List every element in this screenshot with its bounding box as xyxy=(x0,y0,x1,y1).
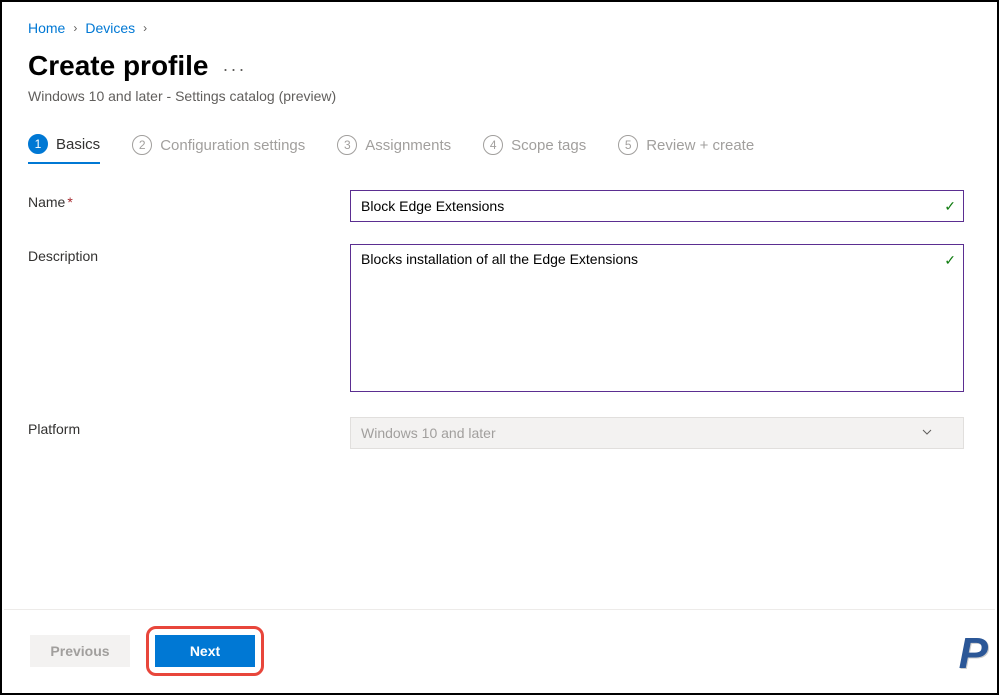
platform-value: Windows 10 and later xyxy=(361,425,496,441)
platform-label: Platform xyxy=(28,417,350,437)
breadcrumb: Home › Devices › xyxy=(28,20,971,36)
step-review-create[interactable]: 5 Review + create xyxy=(618,134,754,164)
step-configuration-settings[interactable]: 2 Configuration settings xyxy=(132,134,305,164)
breadcrumb-home[interactable]: Home xyxy=(28,20,65,36)
chevron-down-icon xyxy=(921,425,933,441)
required-indicator: * xyxy=(67,194,72,210)
page-subtitle: Windows 10 and later - Settings catalog … xyxy=(28,88,971,104)
chevron-right-icon: › xyxy=(71,21,79,35)
step-assignments[interactable]: 3 Assignments xyxy=(337,134,451,164)
page-title: Create profile xyxy=(28,50,209,82)
step-label: Configuration settings xyxy=(160,137,305,154)
name-label: Name* xyxy=(28,190,350,210)
step-number: 1 xyxy=(28,134,48,154)
checkmark-icon: ✓ xyxy=(944,198,956,215)
watermark-logo: P xyxy=(959,629,985,679)
step-number: 3 xyxy=(337,135,357,155)
description-input[interactable] xyxy=(350,244,964,392)
wizard-steps: 1 Basics 2 Configuration settings 3 Assi… xyxy=(28,134,971,164)
step-scope-tags[interactable]: 4 Scope tags xyxy=(483,134,586,164)
step-basics[interactable]: 1 Basics xyxy=(28,134,100,164)
platform-dropdown: Windows 10 and later xyxy=(350,417,964,449)
chevron-right-icon: › xyxy=(141,21,149,35)
step-label: Review + create xyxy=(646,137,754,154)
next-button-highlight: Next xyxy=(146,626,264,676)
checkmark-icon: ✓ xyxy=(944,252,956,269)
description-label: Description xyxy=(28,244,350,264)
next-button[interactable]: Next xyxy=(155,635,255,667)
previous-button: Previous xyxy=(30,635,130,667)
step-number: 4 xyxy=(483,135,503,155)
step-label: Basics xyxy=(56,136,100,153)
wizard-footer: Previous Next P xyxy=(4,609,995,691)
name-input[interactable] xyxy=(350,190,964,222)
breadcrumb-devices[interactable]: Devices xyxy=(85,20,135,36)
step-label: Scope tags xyxy=(511,137,586,154)
step-number: 5 xyxy=(618,135,638,155)
step-label: Assignments xyxy=(365,137,451,154)
step-number: 2 xyxy=(132,135,152,155)
more-options-button[interactable]: ··· xyxy=(223,53,247,80)
